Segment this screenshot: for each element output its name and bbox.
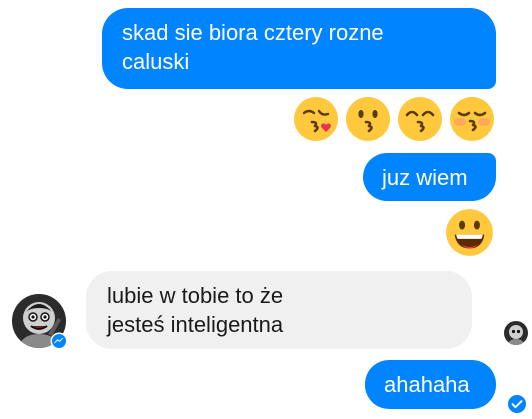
outgoing-message[interactable]: skad sie biora cztery rozne caluski xyxy=(102,8,496,89)
messenger-icon xyxy=(50,332,68,350)
outgoing-message[interactable]: ahahaha xyxy=(365,360,496,409)
grinning-face-icon[interactable] xyxy=(444,207,495,258)
outgoing-message[interactable]: juz wiem xyxy=(363,153,496,201)
kissing-face-icon xyxy=(344,95,392,143)
kissing-face-with-closed-eyes-icon xyxy=(448,95,496,143)
contact-avatar[interactable] xyxy=(12,294,68,350)
delivered-check-icon xyxy=(507,394,527,414)
emoji-message[interactable] xyxy=(292,95,496,143)
chat-thread: skad sie biora cztery rozne caluski juz … xyxy=(0,0,532,419)
incoming-message[interactable]: lubie w tobie to że jesteś inteligentna xyxy=(86,271,472,349)
kissing-face-with-heart-icon xyxy=(292,95,340,143)
kissing-face-with-smiling-eyes-icon xyxy=(396,95,444,143)
seen-avatar-icon xyxy=(504,321,528,345)
